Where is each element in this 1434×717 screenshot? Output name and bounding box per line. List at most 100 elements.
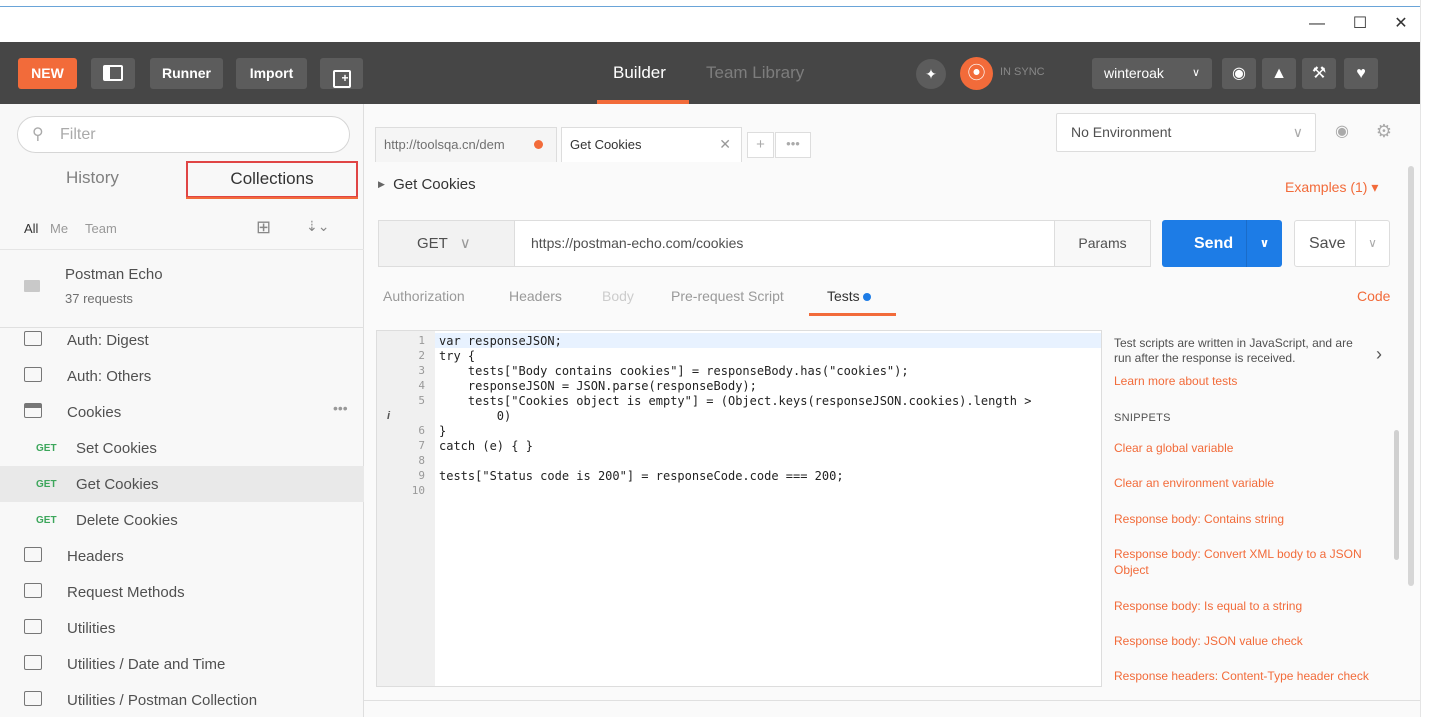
learn-more-link[interactable]: Learn more about tests — [1114, 374, 1237, 388]
filter-me[interactable]: Me — [50, 221, 68, 236]
app-header: NEW Runner Import + Builder Team Library… — [0, 42, 1420, 104]
chevron-down-icon: ∨ — [1191, 67, 1200, 79]
line-number: 3 — [418, 364, 425, 377]
import-button[interactable]: Import — [236, 58, 307, 89]
list-item[interactable]: GET Delete Cookies — [0, 502, 364, 538]
new-button[interactable]: NEW — [18, 58, 77, 89]
code-link[interactable]: Code — [1357, 288, 1390, 304]
main-scrollbar[interactable] — [1408, 166, 1414, 586]
list-item[interactable]: Auth: Others — [0, 358, 364, 394]
snippet-link[interactable]: Clear a global variable — [1114, 440, 1376, 456]
tab-body[interactable]: Body — [602, 288, 634, 304]
params-button[interactable]: Params — [1054, 221, 1150, 266]
list-item[interactable]: Utilities / Postman Collection — [0, 682, 364, 717]
maximize-button[interactable]: ☐ — [1345, 12, 1375, 36]
method-badge: GET — [36, 515, 57, 526]
folder-label: Cookies — [67, 404, 122, 421]
tab-history[interactable]: History — [66, 164, 119, 192]
tab-builder[interactable]: Builder — [613, 60, 666, 86]
close-icon[interactable]: ✕ — [719, 128, 731, 161]
folder-icon — [24, 655, 42, 670]
sync-icon[interactable]: ⦿ — [960, 57, 993, 90]
tab-authorization[interactable]: Authorization — [383, 288, 465, 304]
list-item[interactable]: Auth: Digest — [0, 322, 364, 358]
snippet-link[interactable]: Clear an environment variable — [1114, 475, 1376, 491]
list-item[interactable]: GET Get Cookies — [0, 466, 364, 502]
examples-dropdown[interactable]: Examples (1) ▾ — [1285, 179, 1378, 196]
tests-tab-indicator — [809, 313, 896, 316]
more-icon[interactable]: ••• — [333, 400, 348, 416]
editor-gutter: 1 2 3 4 5 6 7 8 9 10 i — [377, 331, 435, 686]
chevron-right-icon[interactable]: › — [1376, 344, 1382, 365]
gear-icon[interactable]: ⚙ — [1364, 113, 1404, 152]
interceptor-icon[interactable]: ✦ — [916, 59, 946, 89]
info-icon: i — [387, 410, 391, 422]
list-item[interactable]: Headers — [0, 538, 364, 574]
snippet-link[interactable]: Response body: Is equal to a string — [1114, 598, 1376, 614]
list-item[interactable]: Utilities / Date and Time — [0, 646, 364, 682]
code-line: 0) — [439, 409, 512, 423]
filter-team[interactable]: Team — [85, 221, 117, 236]
send-button[interactable]: Send ∨ — [1162, 220, 1282, 267]
tab-team-library[interactable]: Team Library — [706, 60, 804, 86]
url-input[interactable]: https://postman-echo.com/cookies — [531, 235, 743, 251]
list-item[interactable]: Request Methods — [0, 574, 364, 610]
list-item[interactable]: Utilities — [0, 610, 364, 646]
snippet-link[interactable]: Response body: JSON value check — [1114, 633, 1376, 649]
method-select[interactable]: GET ∨ — [379, 221, 515, 266]
code-line: var responseJSON; — [439, 334, 562, 348]
method-badge: GET — [36, 443, 57, 454]
eye-icon[interactable]: ◉ — [1324, 113, 1360, 152]
code-line: } — [439, 424, 447, 438]
collection-name: Postman Echo — [65, 266, 163, 283]
save-button[interactable]: Save ∨ — [1294, 220, 1390, 267]
code-line: tests["Cookies object is empty"] = (Obje… — [439, 394, 1032, 408]
environment-select[interactable]: No Environment ∨ — [1056, 113, 1316, 152]
close-button[interactable]: ✕ — [1386, 12, 1416, 36]
chevron-down-icon[interactable]: ∨ — [1246, 220, 1282, 267]
snippets-panel: Test scripts are written in JavaScript, … — [1114, 330, 1404, 687]
snippet-link[interactable]: Response headers: Content-Type header ch… — [1114, 668, 1376, 684]
user-menu[interactable]: winteroak ∨ — [1092, 58, 1212, 89]
tab-tests[interactable]: Tests — [827, 288, 871, 304]
request-tab[interactable]: http://toolsqa.cn/dem — [375, 127, 557, 162]
minimize-button[interactable]: — — [1302, 12, 1332, 36]
tab-collections[interactable]: Collections — [186, 161, 358, 198]
collection-header[interactable]: Postman Echo 37 requests — [0, 250, 364, 328]
runner-button[interactable]: Runner — [150, 58, 223, 89]
snippet-link[interactable]: Response body: Contains string — [1114, 511, 1376, 527]
request-title[interactable]: ▶ Get Cookies — [378, 176, 476, 193]
active-dot-icon — [862, 293, 871, 301]
add-tab-button[interactable]: + — [747, 132, 774, 158]
save-label: Save — [1309, 235, 1346, 252]
toggle-sidebar-button[interactable] — [91, 58, 135, 89]
sort-icon[interactable]: ⇣⌄ — [306, 218, 329, 235]
bell-icon[interactable]: ▲ — [1262, 58, 1296, 89]
list-item[interactable]: GET Set Cookies — [0, 430, 364, 466]
folder-label: Headers — [67, 548, 124, 565]
window-titlebar: — ☐ ✕ — [0, 0, 1434, 42]
filter-all[interactable]: All — [24, 221, 38, 236]
code-line: try { — [439, 349, 476, 363]
snippets-scrollbar[interactable] — [1394, 430, 1399, 560]
tab-prerequest-script[interactable]: Pre-request Script — [671, 288, 784, 304]
request-label: Delete Cookies — [76, 512, 178, 529]
chevron-down-icon[interactable]: ∨ — [1355, 221, 1389, 266]
request-section-tabs: Authorization Headers Body Pre-request S… — [364, 280, 1420, 316]
heart-icon[interactable]: ♥ — [1344, 58, 1378, 89]
list-item[interactable]: Cookies ••• — [0, 394, 364, 430]
filter-input[interactable] — [60, 125, 320, 145]
new-collection-icon[interactable]: ⊞ — [256, 217, 271, 238]
more-tabs-button[interactable]: ••• — [775, 132, 811, 158]
tests-editor[interactable]: 1 2 3 4 5 6 7 8 9 10 i var responseJSON;… — [376, 330, 1102, 687]
globe-icon[interactable]: ◉ — [1222, 58, 1256, 89]
new-window-button[interactable]: + — [320, 58, 363, 89]
folder-icon — [24, 547, 42, 562]
window-edge — [1420, 0, 1434, 717]
wrench-icon[interactable]: ⚒ — [1302, 58, 1336, 89]
snippet-link[interactable]: Response body: Convert XML body to a JSO… — [1114, 546, 1376, 578]
line-number: 5 — [418, 394, 425, 407]
expand-triangle-icon: ▶ — [378, 179, 385, 189]
request-tab-active[interactable]: Get Cookies ✕ — [561, 127, 742, 162]
tab-headers[interactable]: Headers — [509, 288, 562, 304]
